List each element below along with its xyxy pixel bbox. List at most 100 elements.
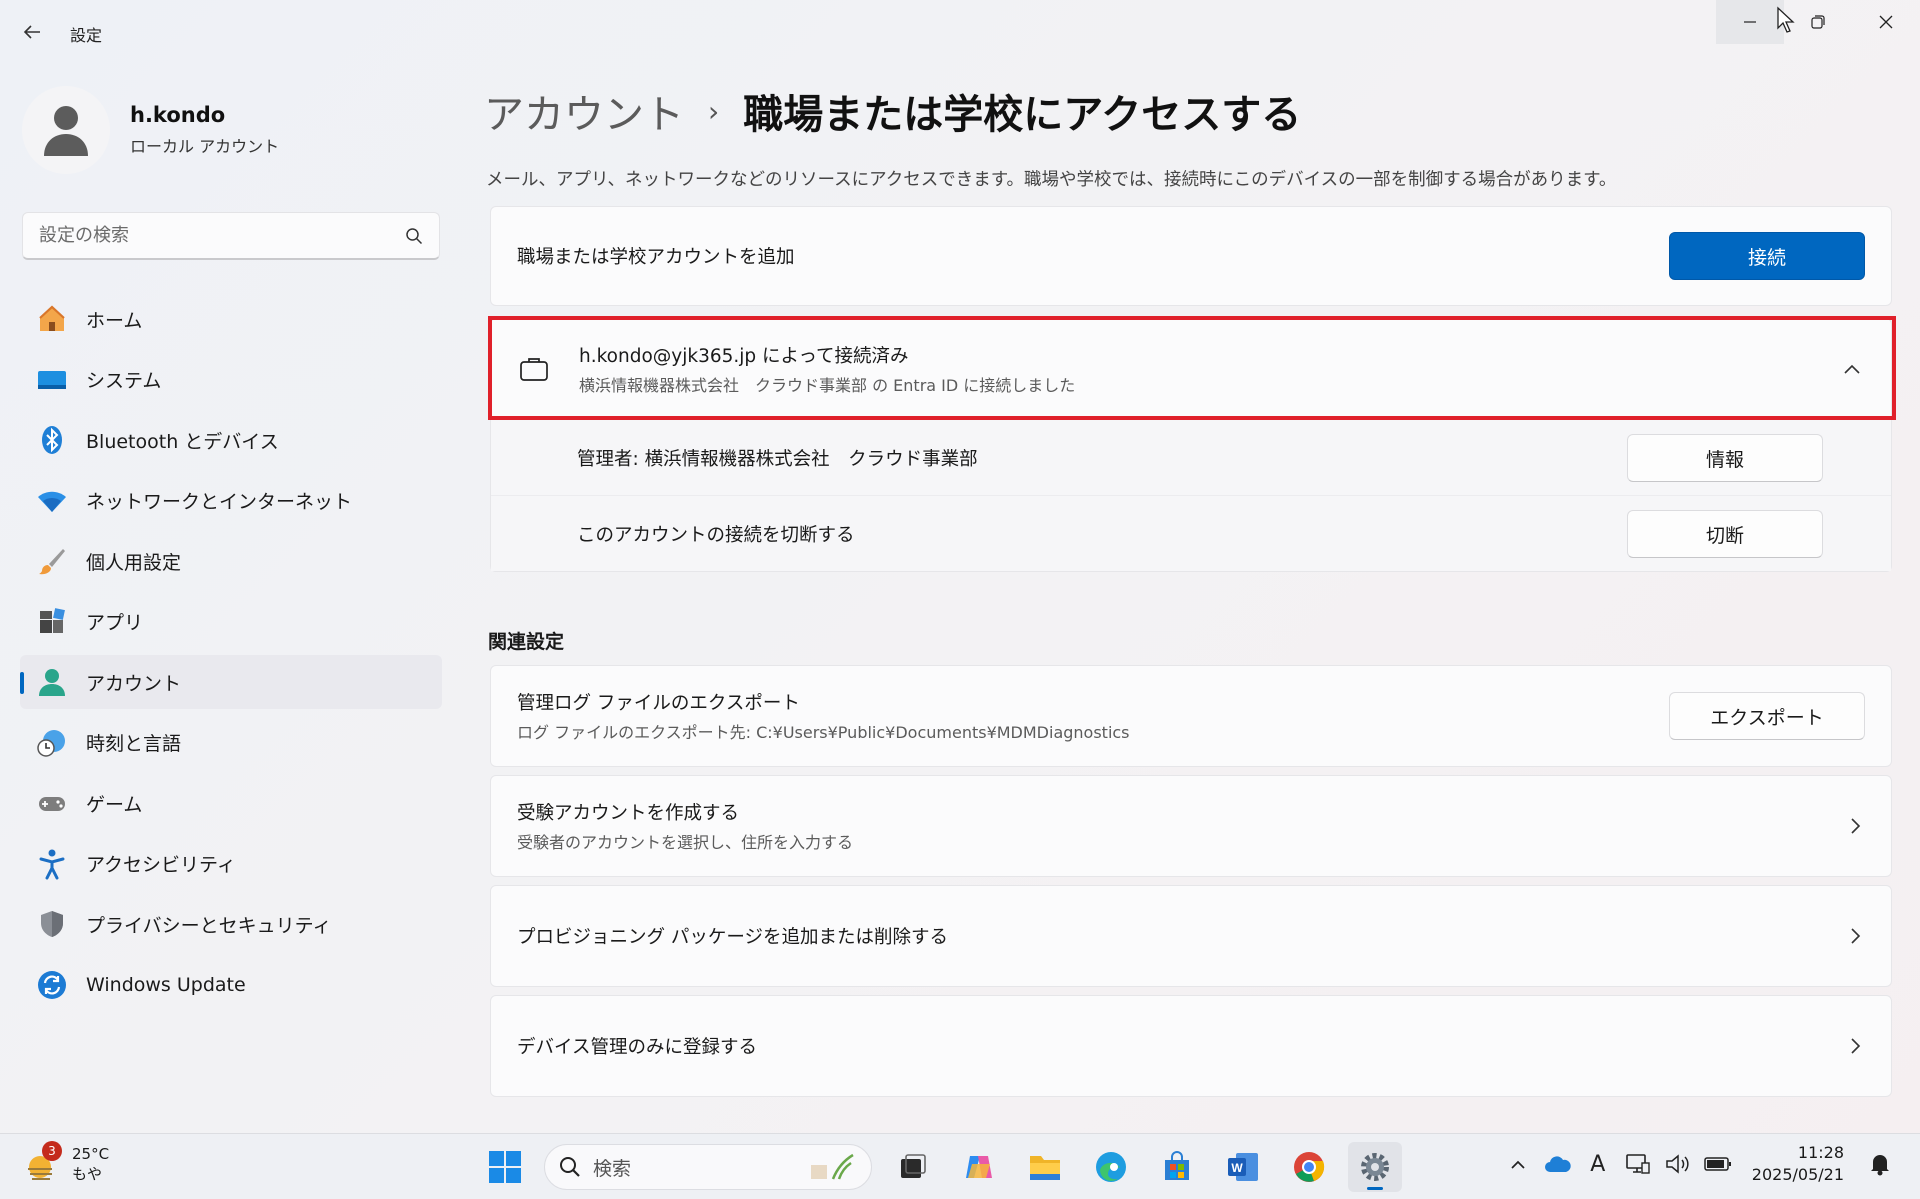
notifications-button[interactable] (1860, 1142, 1900, 1186)
task-view-button[interactable] (886, 1142, 940, 1192)
mouse-cursor-icon (1776, 6, 1796, 38)
profile-account-type: ローカル アカウント (130, 137, 280, 156)
search-icon (406, 227, 423, 244)
clock-time: 11:28 (1797, 1143, 1844, 1162)
chevron-right-icon (1851, 928, 1861, 944)
nav-item-time-language[interactable]: 時刻と言語 (20, 716, 442, 770)
app-title: 設定 (70, 26, 103, 45)
cloud-icon (1544, 1156, 1571, 1172)
add-account-card: 職場または学校アカウントを追加 接続 (490, 206, 1892, 306)
provisioning-title: プロビジョニング パッケージを追加または削除する (517, 927, 949, 948)
battery-button[interactable] (1698, 1142, 1738, 1186)
weather-widget[interactable]: 3 25°C もや (24, 1141, 110, 1184)
battery-icon (1704, 1157, 1731, 1171)
nav-item-personalization[interactable]: 個人用設定 (20, 534, 442, 588)
ime-indicator[interactable]: A (1578, 1142, 1618, 1186)
close-button[interactable] (1852, 0, 1920, 44)
breadcrumb-parent[interactable]: アカウント (484, 82, 684, 140)
word-button[interactable]: W (1216, 1142, 1270, 1192)
folder-icon (1030, 1156, 1060, 1180)
chrome-icon (1294, 1152, 1325, 1182)
admin-label: 管理者: 横浜情報機器株式会社 クラウド事業部 (577, 448, 978, 470)
weather-temp: 25°C (72, 1145, 110, 1163)
nav-item-gaming[interactable]: ゲーム (20, 776, 442, 830)
back-arrow-icon (23, 25, 40, 39)
disconnect-row: このアカウントの接続を切断する 切断 (491, 495, 1891, 571)
microsoft-store-button[interactable] (1150, 1142, 1204, 1192)
chrome-button[interactable] (1282, 1142, 1336, 1192)
disconnect-label: このアカウントの接続を切断する (577, 524, 855, 546)
page-title: 職場または学校にアクセスする (743, 92, 1302, 138)
nav-item-apps[interactable]: アプリ (20, 595, 442, 649)
taskbar-search[interactable]: 検索 (544, 1144, 872, 1190)
disconnect-button[interactable]: 切断 (1627, 510, 1823, 558)
weather-icon: 3 (24, 1141, 62, 1183)
mdm-enroll-title: デバイス管理のみに登録する (517, 1037, 757, 1058)
taskbar: 3 25°C もや 検索 W A 11:28 2025/05/21 (0, 1133, 1920, 1199)
close-icon (1879, 15, 1893, 29)
account-icon (34, 664, 70, 700)
edge-button[interactable] (1084, 1142, 1138, 1192)
user-silhouette-icon (44, 106, 88, 156)
export-logs-card: 管理ログ ファイルのエクスポート ログ ファイルのエクスポート先: C:¥Use… (490, 665, 1892, 767)
onedrive-button[interactable] (1538, 1142, 1578, 1186)
provisioning-card[interactable]: プロビジョニング パッケージを追加または削除する (490, 885, 1892, 987)
export-button[interactable]: エクスポート (1669, 692, 1865, 740)
add-account-label: 職場または学校アカウントを追加 (517, 247, 795, 268)
chevron-up-icon (1511, 1160, 1525, 1169)
info-button[interactable]: 情報 (1627, 434, 1823, 482)
network-icon (34, 483, 70, 519)
start-button[interactable] (478, 1142, 532, 1192)
show-hidden-icons-button[interactable] (1498, 1142, 1538, 1186)
connect-button[interactable]: 接続 (1669, 232, 1865, 280)
word-icon: W (1228, 1153, 1258, 1181)
file-explorer-button[interactable] (1018, 1142, 1072, 1192)
exam-account-subtitle: 受験者のアカウントを選択し、住所を入力する (517, 833, 854, 852)
nav-item-privacy[interactable]: プライバシーとセキュリティ (20, 897, 442, 951)
volume-button[interactable] (1658, 1142, 1698, 1186)
taskbar-search-label: 検索 (593, 1157, 632, 1180)
clock[interactable]: 11:28 2025/05/21 (1752, 1142, 1844, 1186)
network-status-button[interactable] (1618, 1142, 1658, 1186)
minimize-icon (1744, 21, 1756, 23)
breadcrumb-separator: › (708, 94, 720, 128)
nav-item-accounts[interactable]: アカウント (20, 655, 442, 709)
exam-account-title: 受験アカウントを作成する (517, 803, 740, 824)
window-controls (1716, 0, 1920, 44)
system-tray: A 11:28 2025/05/21 (1498, 1142, 1900, 1186)
weather-desc: もや (72, 1165, 103, 1183)
gamepad-icon (34, 785, 70, 821)
exam-account-card[interactable]: 受験アカウントを作成する 受験者のアカウントを選択し、住所を入力する (490, 775, 1892, 877)
minimize-button[interactable] (1716, 0, 1784, 44)
apps-icon (34, 604, 70, 640)
system-icon (34, 362, 70, 398)
chevron-right-icon (1851, 1038, 1861, 1054)
nav-item-network[interactable]: ネットワークとインターネット (20, 474, 442, 528)
breadcrumb: アカウント › 職場または学校にアクセスする (484, 82, 1301, 140)
user-profile[interactable]: h.kondo ローカル アカウント (22, 86, 279, 174)
network-monitor-icon (1625, 1154, 1650, 1174)
nav-item-accessibility[interactable]: アクセシビリティ (20, 837, 442, 891)
settings-search[interactable] (22, 212, 440, 260)
nav-item-system[interactable]: システム (20, 353, 442, 407)
related-settings-title: 関連設定 (488, 631, 565, 653)
mdm-enroll-card[interactable]: デバイス管理のみに登録する (490, 995, 1892, 1097)
settings-app-button[interactable] (1348, 1142, 1402, 1192)
back-button[interactable] (14, 14, 50, 50)
time-language-icon (34, 725, 70, 761)
copilot-icon (966, 1156, 992, 1178)
svg-text:W: W (1231, 1161, 1243, 1175)
chevron-right-icon (1851, 818, 1861, 834)
copilot-button[interactable] (952, 1142, 1006, 1192)
page-description: メール、アプリ、ネットワークなどのリソースにアクセスできます。職場や学校では、接… (486, 170, 1617, 190)
nav-item-home[interactable]: ホーム (20, 292, 442, 346)
home-icon (34, 301, 70, 337)
nav-item-windows-update[interactable]: Windows Update (20, 958, 442, 1012)
search-input[interactable] (39, 225, 405, 246)
admin-row: 管理者: 横浜情報機器株式会社 クラウド事業部 情報 (491, 419, 1891, 495)
shield-icon (34, 906, 70, 942)
taskbar-apps: 検索 W (478, 1142, 1414, 1192)
store-icon (1165, 1151, 1189, 1180)
bell-icon (1871, 1155, 1889, 1176)
nav-item-bluetooth[interactable]: Bluetooth とデバイス (20, 413, 442, 467)
